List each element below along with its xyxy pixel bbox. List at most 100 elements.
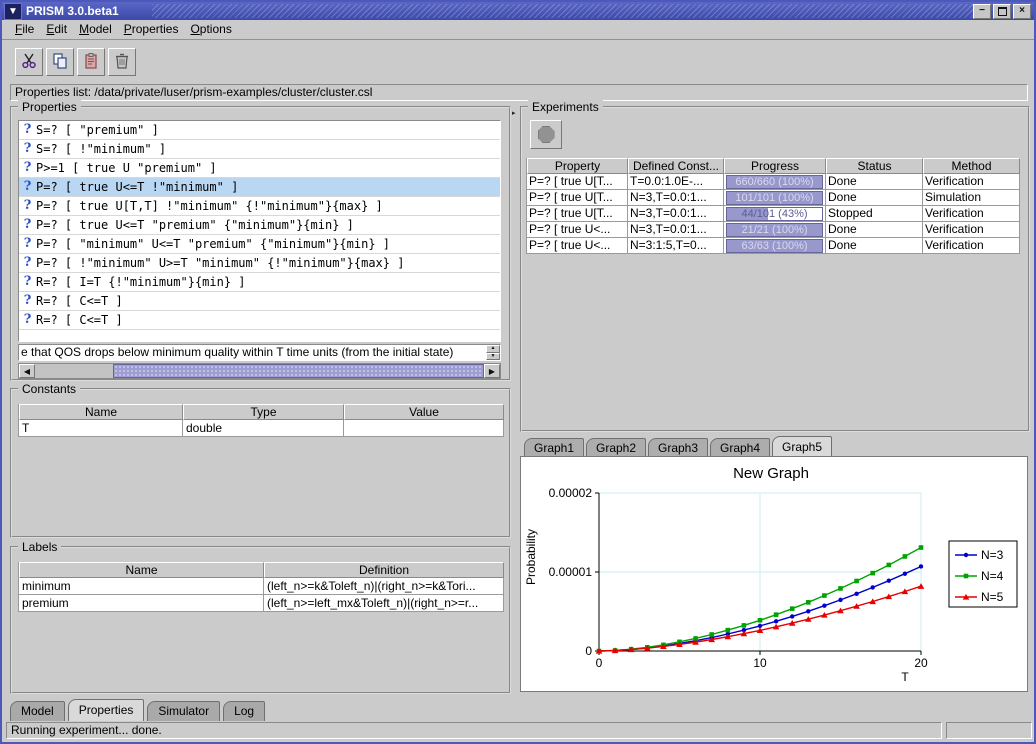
column-header[interactable]: Progress (724, 158, 826, 174)
column-header[interactable]: Property (527, 158, 628, 174)
property-row[interactable]: ?R=? [ C<=T ] (19, 292, 500, 311)
table-cell: minimum (19, 578, 264, 595)
labels-section-title: Labels (18, 540, 61, 554)
column-header[interactable]: Type (183, 404, 344, 420)
property-row[interactable]: ?S=? [ !"minimum" ] (19, 140, 500, 159)
experiment-cell: P=? [ true U<... (527, 222, 628, 238)
chart-svg: 0102000.000010.00002TProbabilityNew Grap… (521, 457, 1025, 687)
tab-graph3[interactable]: Graph3 (648, 438, 708, 458)
progress-text: 660/660 (100%) (727, 176, 822, 188)
property-row[interactable]: ?P=? [ "minimum" U<=T "premium" {"minimu… (19, 235, 500, 254)
close-button[interactable]: × (1013, 4, 1031, 19)
experiment-row[interactable]: P=? [ true U<...N=3,T=0.0:1...21/21 (100… (527, 222, 1020, 238)
property-row[interactable]: ?P>=1 [ true U "premium" ] (19, 159, 500, 178)
scrollbar-track[interactable] (35, 364, 113, 378)
property-row[interactable]: ?P=? [ true U<=T !"minimum" ] (19, 178, 500, 197)
menu-properties[interactable]: Properties (124, 20, 179, 39)
progress-cell: 63/63 (100%) (724, 238, 826, 254)
spinner-down-icon[interactable]: ▼ (486, 353, 500, 361)
status-text: Running experiment... done. (6, 722, 942, 739)
property-row[interactable]: ?R=? [ I=T {!"minimum"}{min} ] (19, 273, 500, 292)
svg-text:New Graph: New Graph (733, 465, 809, 482)
table-cell: T (19, 420, 183, 437)
properties-section-title: Properties (18, 100, 81, 114)
table-row[interactable]: minimum(left_n>=k&Toleft_n)|(right_n>=k&… (19, 578, 504, 595)
table-cell: double (183, 420, 344, 437)
tab-graph2[interactable]: Graph2 (586, 438, 646, 458)
experiment-cell: P=? [ true U[T... (527, 174, 628, 190)
comment-spinner[interactable]: ▲ ▼ (486, 345, 500, 360)
menu-file[interactable]: File (15, 20, 34, 39)
panel-splitter[interactable]: ▸ (511, 102, 520, 694)
property-question-icon: ? (19, 197, 36, 215)
property-row[interactable]: ?P=? [ !"minimum" U>=T "minimum" {!"mini… (19, 254, 500, 273)
svg-text:0: 0 (596, 656, 603, 670)
column-header[interactable]: Name (19, 404, 183, 420)
property-formula: P=? [ "minimum" U<=T "premium" {"minimum… (36, 235, 390, 253)
properties-section: Properties ?S=? [ "premium" ]?S=? [ !"mi… (10, 106, 511, 381)
labels-table: NameDefinitionminimum(left_n>=k&Toleft_n… (18, 562, 504, 612)
scroll-right-icon[interactable]: ▶ (484, 364, 500, 378)
svg-text:20: 20 (914, 656, 928, 670)
progress-cell: 101/101 (100%) (724, 190, 826, 206)
copy-button[interactable] (46, 48, 74, 76)
tab-simulator[interactable]: Simulator (147, 701, 220, 721)
graph-pane: Graph1Graph2Graph3Graph4Graph5 0102000.0… (520, 436, 1030, 692)
paste-button[interactable] (77, 48, 105, 76)
tab-properties[interactable]: Properties (68, 699, 145, 721)
splitter-arrow-icon[interactable]: ▸ (512, 110, 516, 117)
scrollbar-thumb[interactable] (113, 364, 484, 378)
experiment-cell: P=? [ true U[T... (527, 190, 628, 206)
svg-text:0.00001: 0.00001 (549, 565, 593, 579)
column-header[interactable]: Status (826, 158, 923, 174)
stop-experiment-button[interactable] (530, 120, 562, 149)
table-row[interactable]: premium(left_n>=left_mx&Toleft_n)|(right… (19, 595, 504, 612)
property-row[interactable]: ?R=? [ C<=T ] (19, 311, 500, 330)
experiment-row[interactable]: P=? [ true U<...N=3:1:5,T=0...63/63 (100… (527, 238, 1020, 254)
property-row[interactable]: ?P=? [ true U[T,T] !"minimum" {!"minimum… (19, 197, 500, 216)
tab-log[interactable]: Log (223, 701, 265, 721)
title-bar[interactable]: ▼ PRISM 3.0.beta1 − × (2, 2, 1034, 20)
window-menu-icon[interactable]: ▼ (4, 3, 22, 20)
scroll-left-icon[interactable]: ◀ (19, 364, 35, 378)
delete-button[interactable] (108, 48, 136, 76)
properties-list[interactable]: ?S=? [ "premium" ]?S=? [ !"minimum" ]?P>… (18, 120, 501, 342)
tab-graph1[interactable]: Graph1 (524, 438, 584, 458)
maximize-button[interactable] (993, 4, 1011, 19)
column-header[interactable]: Defined Const... (628, 158, 724, 174)
tab-graph4[interactable]: Graph4 (710, 438, 770, 458)
paste-icon (82, 52, 100, 70)
bottom-tabs: ModelPropertiesSimulatorLog (10, 699, 268, 720)
cut-button[interactable] (15, 48, 43, 76)
column-header[interactable]: Method (923, 158, 1020, 174)
tab-model[interactable]: Model (10, 701, 65, 721)
experiment-cell: N=3,T=0.0:1... (628, 206, 724, 222)
properties-h-scrollbar[interactable]: ◀ ▶ (18, 363, 501, 379)
menu-options[interactable]: Options (190, 20, 231, 39)
menu-model[interactable]: Model (79, 20, 112, 39)
progress-cell: 660/660 (100%) (724, 174, 826, 190)
column-header[interactable]: Name (19, 562, 264, 578)
spinner-up-icon[interactable]: ▲ (486, 345, 500, 353)
table-row[interactable]: Tdouble (19, 420, 504, 437)
property-formula: R=? [ C<=T ] (36, 292, 123, 310)
titlebar-stripes (152, 4, 978, 18)
table-cell: (left_n>=k&Toleft_n)|(right_n>=k&Tori... (264, 578, 504, 595)
property-formula: P>=1 [ true U "premium" ] (36, 159, 217, 177)
minimize-button[interactable]: − (973, 4, 991, 19)
experiment-row[interactable]: P=? [ true U[T...N=3,T=0.0:1...44/101 (4… (527, 206, 1020, 222)
property-row[interactable]: ?P=? [ true U<=T "premium" {"minimum"}{m… (19, 216, 500, 235)
column-header[interactable]: Value (344, 404, 504, 420)
experiment-cell: P=? [ true U<... (527, 238, 628, 254)
column-header[interactable]: Definition (264, 562, 504, 578)
properties-list-path: Properties list: /data/private/luser/pri… (10, 84, 1028, 101)
chart-panel: 0102000.000010.00002TProbabilityNew Grap… (520, 456, 1028, 692)
constants-table: NameTypeValueTdouble (18, 404, 504, 437)
property-row[interactable]: ?S=? [ "premium" ] (19, 121, 500, 140)
menu-edit[interactable]: Edit (46, 20, 67, 39)
progress-text: 44/101 (43%) (727, 208, 822, 220)
tab-graph5[interactable]: Graph5 (772, 436, 832, 458)
experiment-cell: N=3:1:5,T=0... (628, 238, 724, 254)
experiment-row[interactable]: P=? [ true U[T...T=0.0:1.0E-...660/660 (… (527, 174, 1020, 190)
experiment-row[interactable]: P=? [ true U[T...N=3,T=0.0:1...101/101 (… (527, 190, 1020, 206)
